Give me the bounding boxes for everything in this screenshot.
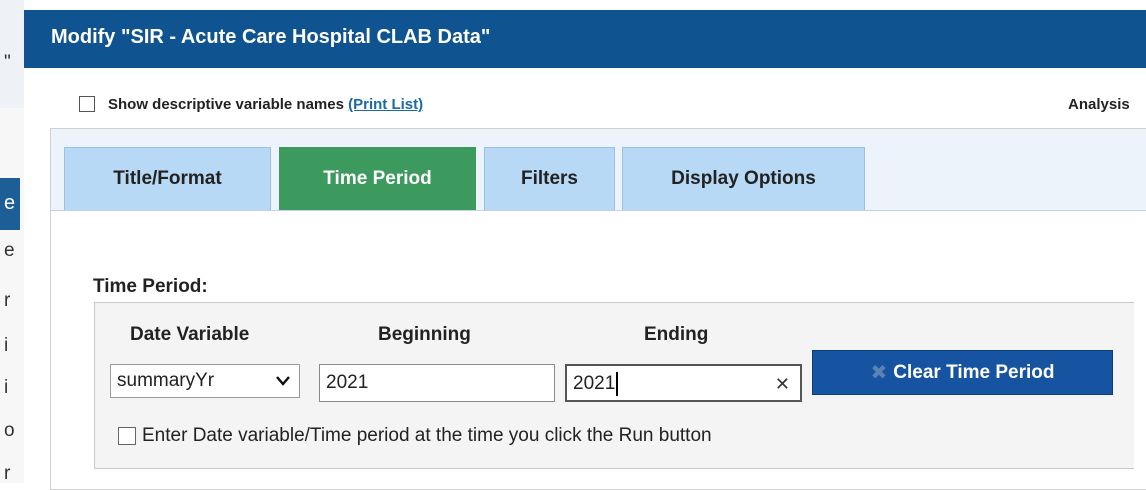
background-text-fragment: r (4, 290, 11, 311)
background-text-fragment: i (4, 335, 9, 356)
enter-at-run-checkbox[interactable] (118, 427, 136, 445)
text-caret (616, 371, 618, 396)
tab-bar: Title/Format Time Period Filters Display… (51, 129, 1146, 211)
tab-display-options[interactable]: Display Options (622, 147, 865, 210)
x-icon: ✖ (870, 362, 888, 384)
beginning-header: Beginning (378, 324, 471, 345)
print-list-link[interactable]: (Print List) (348, 96, 423, 113)
background-text-fragment: e (4, 240, 15, 261)
chevron-down-icon (275, 365, 291, 407)
ending-input[interactable]: 2021 ✕ (565, 364, 802, 402)
analysis-label: Analysis (1068, 96, 1130, 113)
background-text-fragment: " (4, 52, 11, 73)
tab-filters[interactable]: Filters (484, 147, 615, 210)
background-page-strip: " e e r i i o r (0, 0, 25, 483)
show-descriptive-label: Show descriptive variable names (Print L… (108, 96, 424, 113)
ending-header: Ending (644, 324, 709, 345)
show-descriptive-checkbox[interactable] (79, 96, 95, 112)
clear-x-icon[interactable]: ✕ (775, 366, 790, 402)
date-variable-value: summaryYr (117, 370, 215, 391)
tab-title-format[interactable]: Title/Format (64, 147, 271, 210)
beginning-input[interactable]: 2021 (319, 364, 555, 402)
background-blue-button: e (0, 178, 20, 230)
clear-time-period-button[interactable]: ✖ Clear Time Period (812, 350, 1113, 395)
background-text-fragment: o (4, 420, 15, 441)
date-variable-select[interactable]: summaryYr (110, 364, 300, 398)
background-text-fragment: i (4, 377, 9, 398)
background-text-fragment: r (4, 463, 11, 483)
dialog-titlebar: Modify "SIR - Acute Care Hospital CLAB D… (24, 10, 1146, 68)
time-period-heading: Time Period: (93, 276, 208, 297)
descriptive-names-row: Show descriptive variable names (Print L… (64, 93, 1144, 117)
date-variable-header: Date Variable (130, 324, 250, 345)
dialog-title: Modify "SIR - Acute Care Hospital CLAB D… (51, 26, 491, 48)
run-time-row: Enter Date variable/Time period at the t… (118, 425, 1118, 449)
enter-at-run-label: Enter Date variable/Time period at the t… (142, 425, 712, 446)
modify-dialog: Modify "SIR - Acute Care Hospital CLAB D… (24, 0, 1146, 490)
tab-time-period[interactable]: Time Period (279, 147, 476, 210)
